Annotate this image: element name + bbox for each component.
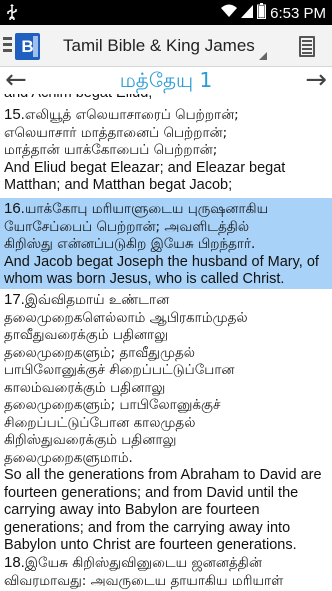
- verse-tamil-line: தலைமுறைகளுமாம்.: [4, 449, 133, 466]
- usb-icon: [6, 4, 18, 24]
- verse-tamil-line: தலைமுறைகளும்; பாபிலோனுக்குச்: [4, 397, 221, 413]
- verse-number: 15.: [4, 106, 25, 123]
- verse-english-line: Matthan; and Matthan begat Jacob;: [4, 177, 233, 194]
- verse-tamil-line: காலம்வரைக்கும் பதினாலு: [4, 379, 166, 396]
- verse-english-line: Babylon unto Christ are fourteen generat…: [4, 537, 297, 554]
- verse-tamil-line: தலைமுறைகளும்; தாவீதுமுதல்: [4, 344, 195, 361]
- spinner-arrow-icon[interactable]: [259, 52, 267, 60]
- verse-tamil-line: யோசேப்பைப் பெற்றான்; அவளிடத்தில்: [4, 218, 250, 235]
- verse-number: 16.: [4, 200, 25, 217]
- verse-english-line: whom was born Jesus, who is called Chris…: [4, 271, 285, 288]
- verse-15[interactable]: 15.எலியூத் எலெயாசாரைப் பெற்றான்; எலெயாசா…: [0, 106, 332, 195]
- version-spinner[interactable]: Tamil Bible & King James: [63, 36, 255, 56]
- verse-english-line: carrying away into Babylon are fourteen: [4, 502, 260, 519]
- clock: 6:53 PM: [270, 4, 326, 22]
- verse-english-line: And Jacob begat Joseph the husband of Ma…: [4, 253, 319, 270]
- wifi-icon: [221, 4, 238, 22]
- verse-tamil-line: 15.எலியூத் எலெயாசாரைப் பெற்றான்;: [4, 106, 239, 123]
- chapter-nav: ← மத்தேயு 1 →: [0, 65, 332, 95]
- verse-english-line: So all the generations from Abraham to D…: [4, 467, 322, 483]
- verse-tamil-line: மாத்தான் யாக்கோபைப் பெற்றான்;: [4, 142, 218, 158]
- action-bar: B Tamil Bible & King James: [0, 25, 332, 67]
- verse-18[interactable]: 18.இயேசு கிறிஸ்துவினுடைய ஜனனத்தின் விவரம…: [0, 554, 332, 590]
- partial-verse-line: and Achim begat Eliud;: [4, 94, 328, 103]
- verse-tamil-line: பாபிலோனுக்குச் சிறைப்பட்டுப்போன: [4, 362, 235, 378]
- verse-tamil-line: 17.இவ்விதமாய் உண்டான: [4, 291, 170, 308]
- battery-icon: [257, 3, 267, 23]
- verse-english-line: fourteen generations; and from David unt…: [4, 484, 299, 501]
- verse-tamil-line: கிறிஸ்துவரைக்கும் பதினாலு: [4, 432, 177, 448]
- verse-tamil-line: விவரமாவது: அவருடைய தாயாகிய மரியாள்: [4, 572, 284, 589]
- verse-tamil-line: சிறைப்பட்டுப்போன காலமுதல்: [4, 414, 196, 431]
- chapter-content[interactable]: and Achim begat Eliud; 15.எலியூத் எலெயாச…: [0, 94, 332, 591]
- verse-tamil-line: 16.யாக்கோபு மரியாளுடைய புருஷனாகிய: [4, 200, 269, 217]
- verse-tamil-line: எலெயாசார் மாத்தானைப் பெற்றான்;: [4, 124, 228, 141]
- verse-tamil-line: கிறிஸ்து என்னப்படுகிற இயேசு பிறந்தார்.: [4, 236, 256, 252]
- verse-english-line: generations; and from the carrying away …: [4, 519, 291, 536]
- verse-tamil-line: 18.இயேசு கிறிஸ்துவினுடைய ஜனனத்தின்: [4, 554, 262, 571]
- verse-tamil-line: தலைமுறைகளெல்லாம் ஆபிரகாம்முதல்: [4, 309, 248, 326]
- next-chapter-button[interactable]: →: [305, 65, 327, 95]
- signal-icon: [241, 4, 254, 22]
- app-icon[interactable]: B: [15, 33, 40, 60]
- verse-number: 18.: [4, 554, 25, 571]
- chapter-title[interactable]: மத்தேயு 1: [0, 68, 332, 95]
- verse-number: 17.: [4, 291, 25, 308]
- verse-english-line: And Eliud begat Eleazar; and Eleazar beg…: [4, 159, 286, 176]
- hamburger-icon[interactable]: [3, 37, 12, 54]
- list-icon[interactable]: [299, 36, 315, 57]
- verse-tamil-line: தாவீதுவரைக்கும் பதினாலு: [4, 327, 169, 343]
- status-bar: 6:53 PM: [0, 0, 332, 25]
- verse-17[interactable]: 17.இவ்விதமாய் உண்டான தலைமுறைகளெல்லாம் ஆப…: [0, 291, 332, 555]
- verse-16[interactable]: 16.யாக்கோபு மரியாளுடைய புருஷனாகிய யோசேப்…: [0, 198, 332, 289]
